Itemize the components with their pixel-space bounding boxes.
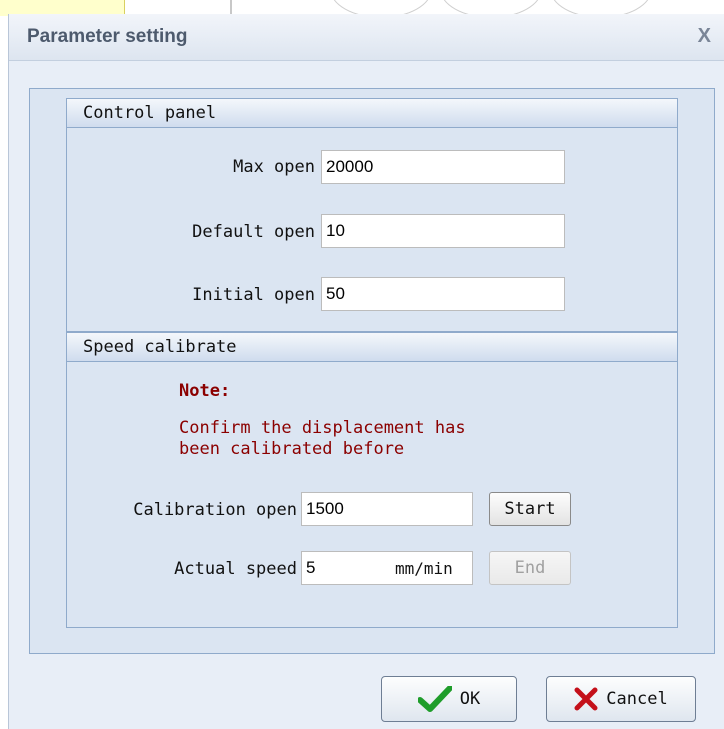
default-open-label: Default open bbox=[192, 222, 315, 242]
calibration-open-label: Calibration open bbox=[133, 500, 297, 520]
default-open-input[interactable] bbox=[321, 214, 565, 248]
calibration-open-input[interactable] bbox=[301, 492, 473, 526]
dialog-titlebar: Parameter setting X bbox=[9, 14, 724, 61]
cross-icon bbox=[574, 687, 598, 711]
actual-speed-label: Actual speed bbox=[174, 559, 297, 579]
start-button[interactable]: Start bbox=[489, 492, 571, 526]
control-panel-title: Control panel bbox=[83, 103, 217, 123]
max-open-label: Max open bbox=[233, 157, 315, 177]
speed-calibrate-header: Speed calibrate bbox=[67, 333, 677, 362]
close-button[interactable]: X bbox=[698, 25, 711, 48]
end-button[interactable]: End bbox=[489, 551, 571, 585]
settings-frame: Control panel Max open Default open Init… bbox=[29, 88, 715, 654]
cancel-label: Cancel bbox=[606, 689, 668, 709]
speed-calibrate-title: Speed calibrate bbox=[83, 337, 237, 357]
ok-label: OK bbox=[459, 689, 481, 709]
note-line-1: Confirm the displacement has bbox=[179, 418, 466, 438]
parameter-setting-dialog: Parameter setting X Control panel Max op… bbox=[8, 14, 724, 729]
max-open-input[interactable] bbox=[321, 150, 565, 184]
speed-unit: mm/min bbox=[395, 559, 453, 578]
initial-open-input[interactable] bbox=[321, 277, 565, 311]
control-panel-group: Control panel Max open Default open Init… bbox=[66, 98, 678, 332]
note-title: Note: bbox=[179, 381, 231, 401]
speed-calibrate-group: Speed calibrate Note: Confirm the displa… bbox=[66, 332, 678, 628]
cancel-button[interactable]: Cancel bbox=[546, 676, 696, 722]
control-panel-header: Control panel bbox=[67, 99, 677, 128]
check-icon bbox=[417, 686, 452, 712]
note-line-2: been calibrated before bbox=[179, 439, 405, 459]
initial-open-label: Initial open bbox=[192, 285, 315, 305]
dialog-title: Parameter setting bbox=[27, 26, 188, 47]
ok-button[interactable]: OK bbox=[381, 676, 517, 722]
